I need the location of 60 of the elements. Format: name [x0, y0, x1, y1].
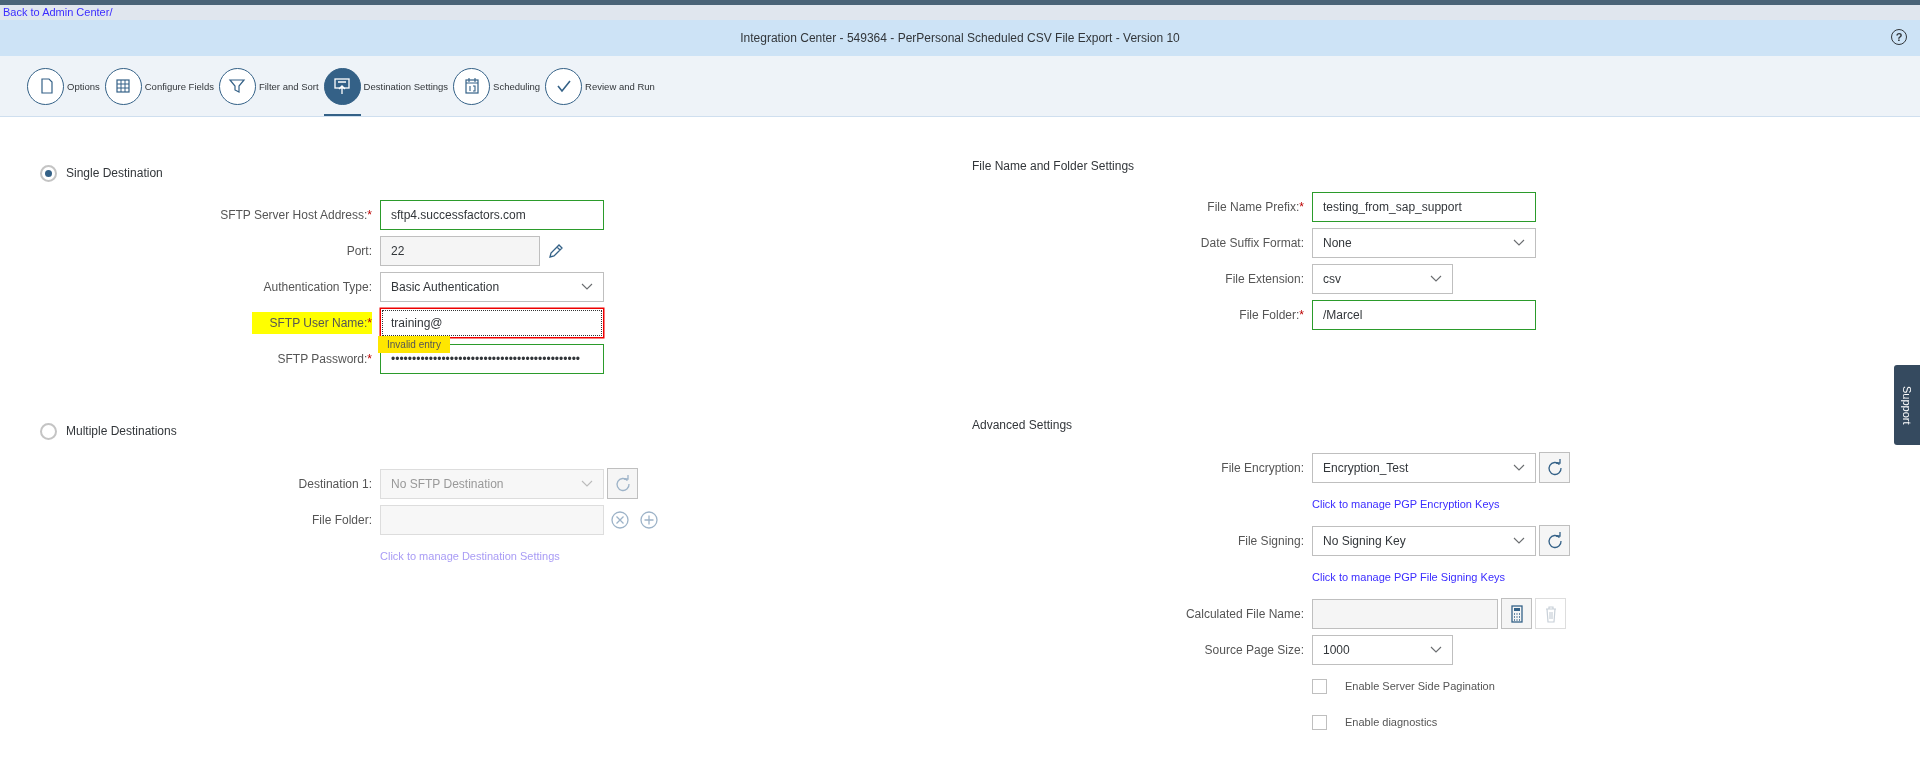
checkbox[interactable] [1312, 678, 1327, 694]
chevron-down-icon [581, 283, 593, 291]
manage-link[interactable]: Click to manage PGP File Signing Keys [1312, 571, 1505, 583]
wizard-step[interactable]: Configure Fields [104, 56, 214, 116]
window-title: Integration Center - 549364 - PerPersonal Scheduled CSV File Export - Version 10 [740, 31, 1180, 45]
field-label: Calculated File Name: [1185, 605, 1304, 623]
chevron-down-icon [1513, 463, 1525, 472]
field-label: File Encryption: [1221, 459, 1304, 477]
field-label: Destination 1: [298, 475, 372, 493]
wizard-step[interactable]: Scheduling [453, 56, 541, 116]
readonly-field[interactable] [1312, 598, 1498, 629]
error-tooltip: Invalid entry [378, 336, 450, 353]
clear-icon [610, 510, 630, 530]
readonly-field[interactable]: 22 [380, 236, 540, 266]
input-field[interactable]: sftp4.successfactors.com [380, 200, 604, 230]
dropdown[interactable]: No Signing Key [1312, 525, 1536, 556]
input-field[interactable]: testing_from_sap_support [1312, 192, 1536, 222]
section-title: File Name and Folder Settings [972, 158, 1136, 175]
back-link[interactable]: Back to Admin Center/ [3, 6, 113, 18]
chevron-down-icon [1430, 646, 1442, 654]
field-label: SFTP User Name:* [251, 312, 372, 334]
field-label: Port: [346, 243, 372, 260]
manage-link[interactable]: Click to manage PGP Encryption Keys [1312, 498, 1500, 510]
dropdown[interactable]: csv [1312, 264, 1453, 294]
add-icon [639, 510, 659, 530]
radio-label: Multiple Destinations [66, 424, 177, 438]
checkbox-label: Enable diagnostics [1345, 716, 1438, 728]
support-tab[interactable]: Support [1894, 365, 1920, 445]
refresh-button[interactable] [1539, 525, 1570, 556]
chevron-down-icon [581, 479, 593, 488]
radio-label: Single Destination [66, 166, 163, 180]
field-label: File Name Prefix:* [1207, 199, 1304, 216]
wizard-step[interactable]: Review and Run [545, 56, 655, 116]
chevron-down-icon [1430, 275, 1442, 283]
field-label: SFTP Password:* [277, 351, 372, 368]
field-label: Authentication Type: [263, 279, 372, 296]
checkbox[interactable] [1312, 714, 1327, 730]
field-label: Date Suffix Format: [1200, 235, 1304, 252]
field-label: SFTP Server Host Address:* [220, 207, 372, 224]
refresh-button[interactable] [1539, 452, 1570, 483]
wizard-step[interactable]: Filter and Sort [218, 56, 319, 116]
calculator-button[interactable] [1501, 598, 1532, 629]
radio-button[interactable] [40, 164, 57, 182]
radio-button[interactable] [40, 422, 57, 440]
input-field[interactable]: training@ [380, 308, 604, 338]
field-label: Source Page Size: [1204, 642, 1304, 659]
dropdown[interactable]: None [1312, 228, 1536, 258]
dropdown[interactable]: 1000 [1312, 635, 1453, 665]
wizard-step[interactable]: Destination Settings [323, 56, 449, 116]
input-field[interactable]: /Marcel [1312, 300, 1536, 330]
dropdown[interactable]: Encryption_Test [1312, 452, 1536, 483]
checkbox-label: Enable Server Side Pagination [1345, 680, 1495, 692]
wizard-step[interactable]: Options [27, 56, 100, 116]
field-label: File Folder: [311, 512, 372, 529]
field-label: File Signing: [1237, 532, 1304, 550]
field-label: File Extension: [1225, 271, 1304, 288]
chevron-down-icon [1513, 239, 1525, 247]
chevron-down-icon [1513, 536, 1525, 545]
field-label: File Folder:* [1239, 307, 1304, 324]
dropdown[interactable]: Basic Authentication [380, 272, 604, 302]
